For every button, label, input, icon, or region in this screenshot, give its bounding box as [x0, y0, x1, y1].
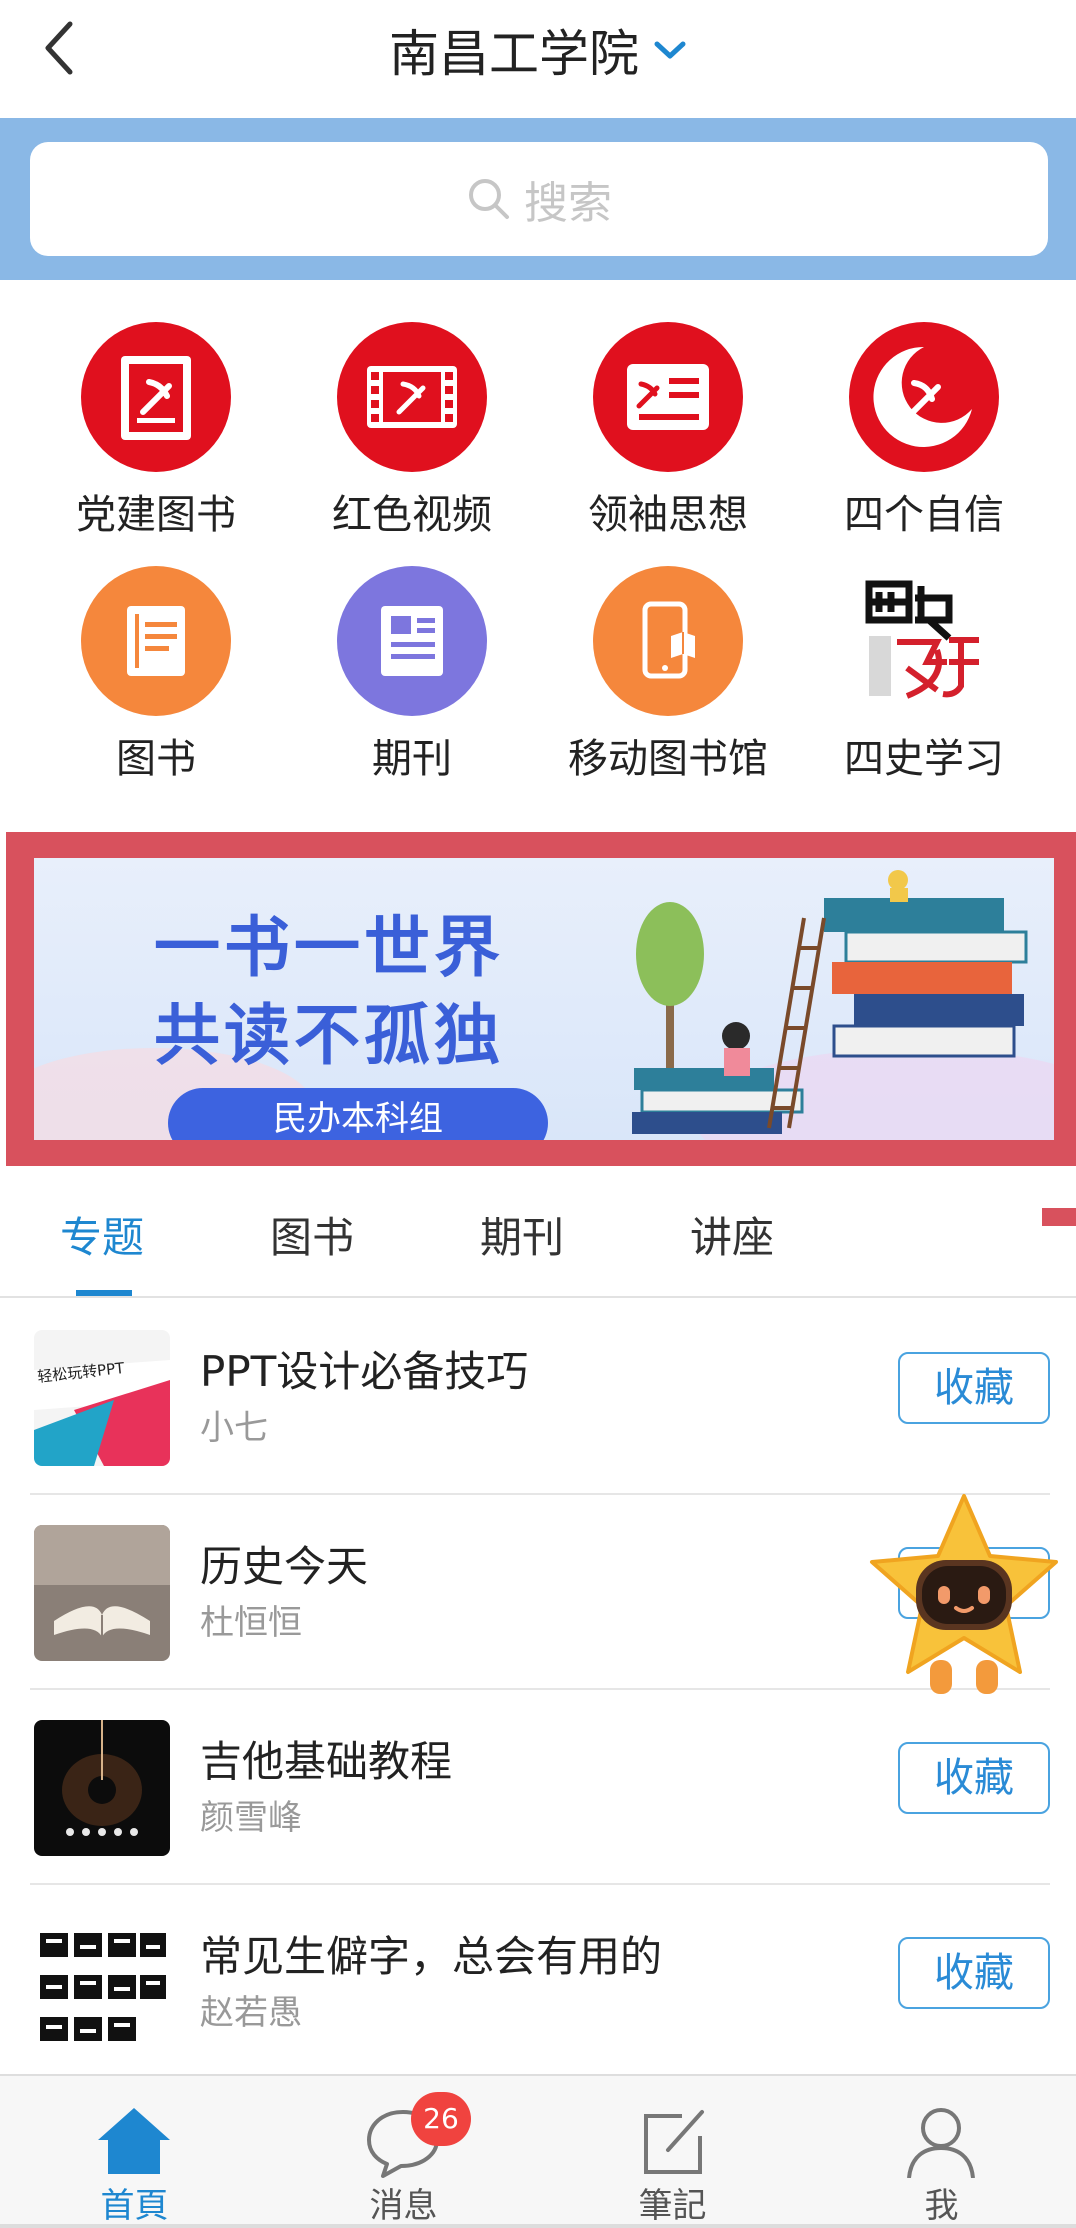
unread-badge: 26 — [411, 2092, 471, 2146]
top-bar: 南昌工学院 — [0, 0, 1076, 118]
bottom-navigation: 首頁 26 消息 筆記 我 — [0, 2074, 1076, 2228]
open-book-thumbnail — [34, 1525, 170, 1661]
quick-link-label: 图书 — [116, 736, 196, 782]
tab-overflow-marker — [1042, 1208, 1076, 1226]
active-tab-indicator — [76, 1290, 132, 1296]
nav-home[interactable]: 首頁 — [0, 2076, 269, 2228]
item-title: 历史今天 — [200, 1542, 369, 1591]
note-icon — [644, 2110, 704, 2174]
banner-headline-1: 一书一世界 — [154, 909, 504, 986]
party-emblem-icon — [849, 322, 999, 472]
periodical-icon — [337, 566, 487, 716]
banner-headline-2: 共读不孤独 — [154, 997, 504, 1074]
home-indicator — [0, 2224, 1076, 2228]
book-icon — [81, 566, 231, 716]
item-author: 赵若愚 — [200, 1993, 302, 2033]
nav-profile[interactable]: 我 — [807, 2076, 1076, 2228]
title-selector[interactable]: 南昌工学院 — [0, 0, 1076, 100]
ppt-cover-thumbnail: 轻松玩转PPT — [34, 1330, 170, 1466]
search-icon — [469, 179, 509, 219]
search-input[interactable]: 搜索 — [30, 142, 1048, 256]
list-item[interactable]: 轻松玩转PPT PPT设计必备技巧 小七 收藏 — [0, 1300, 1076, 1495]
nav-label: 消息 — [369, 2186, 438, 2226]
quick-link-label: 领袖思想 — [588, 492, 748, 538]
favorite-button[interactable]: 收藏 — [898, 1742, 1050, 1814]
item-author: 颜雪峰 — [200, 1798, 302, 1838]
favorite-button[interactable]: 收藏 — [898, 1352, 1050, 1424]
search-band: 搜索 — [0, 118, 1076, 280]
nav-label: 首頁 — [100, 2186, 169, 2226]
nav-label: 筆記 — [638, 2186, 707, 2226]
quick-link-label: 移动图书馆 — [568, 736, 768, 782]
banner-frame[interactable]: 一书一世界 共读不孤独 民办本科组 — [6, 832, 1076, 1166]
four-history-logo — [849, 566, 999, 716]
item-title: 常见生僻字，总会有用的 — [200, 1932, 663, 1981]
home-icon — [98, 2108, 170, 2174]
tab-periodicals[interactable]: 期刊 — [480, 1204, 564, 1265]
banner-category-pill: 民办本科组 — [168, 1088, 548, 1140]
nav-label: 我 — [924, 2186, 959, 2226]
quick-link-periodicals[interactable]: 期刊 — [284, 566, 540, 784]
quick-link-party-books[interactable]: 党建图书 — [28, 322, 284, 540]
page-title: 南昌工学院 — [389, 25, 639, 83]
party-book-icon — [81, 322, 231, 472]
party-film-icon — [337, 322, 487, 472]
quick-link-red-videos[interactable]: 红色视频 — [284, 322, 540, 540]
party-document-icon — [593, 322, 743, 472]
quick-link-leader-thought[interactable]: 领袖思想 — [540, 322, 796, 540]
mobile-library-icon — [593, 566, 743, 716]
content-tabs: 专题 图书 期刊 讲座 — [0, 1166, 1076, 1298]
quick-link-four-confidences[interactable]: 四个自信 — [796, 322, 1052, 540]
favorite-button[interactable]: 收藏 — [898, 1937, 1050, 2009]
guitar-thumbnail — [34, 1720, 170, 1856]
rare-characters-thumbnail — [34, 1915, 170, 2051]
list-item[interactable]: 常见生僻字，总会有用的 赵若愚 收藏 — [0, 1885, 1076, 2080]
nav-messages[interactable]: 26 消息 — [269, 2076, 538, 2228]
app-screen: 南昌工学院 搜索 党建图书 红色视频 领袖思想 四个自信 图书 期刊 移动图书馆… — [0, 0, 1076, 2228]
tab-books[interactable]: 图书 — [270, 1204, 354, 1265]
reading-banner[interactable]: 一书一世界 共读不孤独 民办本科组 — [34, 858, 1054, 1140]
quick-link-label: 红色视频 — [332, 492, 492, 538]
chevron-down-icon — [654, 41, 686, 59]
item-author: 小七 — [200, 1408, 268, 1448]
nav-notes[interactable]: 筆記 — [538, 2076, 807, 2228]
assistant-mascot-icon[interactable] — [864, 1490, 1064, 1710]
quick-link-books[interactable]: 图书 — [28, 566, 284, 784]
quick-link-mobile-library[interactable]: 移动图书馆 — [540, 566, 796, 784]
quick-link-label: 期刊 — [372, 736, 452, 782]
quick-link-label: 四个自信 — [844, 492, 1004, 538]
list-item[interactable]: 吉他基础教程 颜雪峰 收藏 — [0, 1690, 1076, 1885]
item-author: 杜恒恒 — [200, 1603, 302, 1643]
item-title: PPT设计必备技巧 — [200, 1347, 529, 1396]
quick-link-label: 四史学习 — [844, 736, 1004, 782]
quick-link-four-history[interactable]: 四史学习 — [796, 566, 1052, 784]
tab-lectures[interactable]: 讲座 — [690, 1204, 774, 1265]
quick-link-label: 党建图书 — [76, 492, 236, 538]
item-title: 吉他基础教程 — [200, 1737, 453, 1786]
profile-icon — [907, 2108, 975, 2178]
tab-topics[interactable]: 专题 — [60, 1204, 144, 1265]
search-placeholder: 搜索 — [524, 178, 612, 229]
